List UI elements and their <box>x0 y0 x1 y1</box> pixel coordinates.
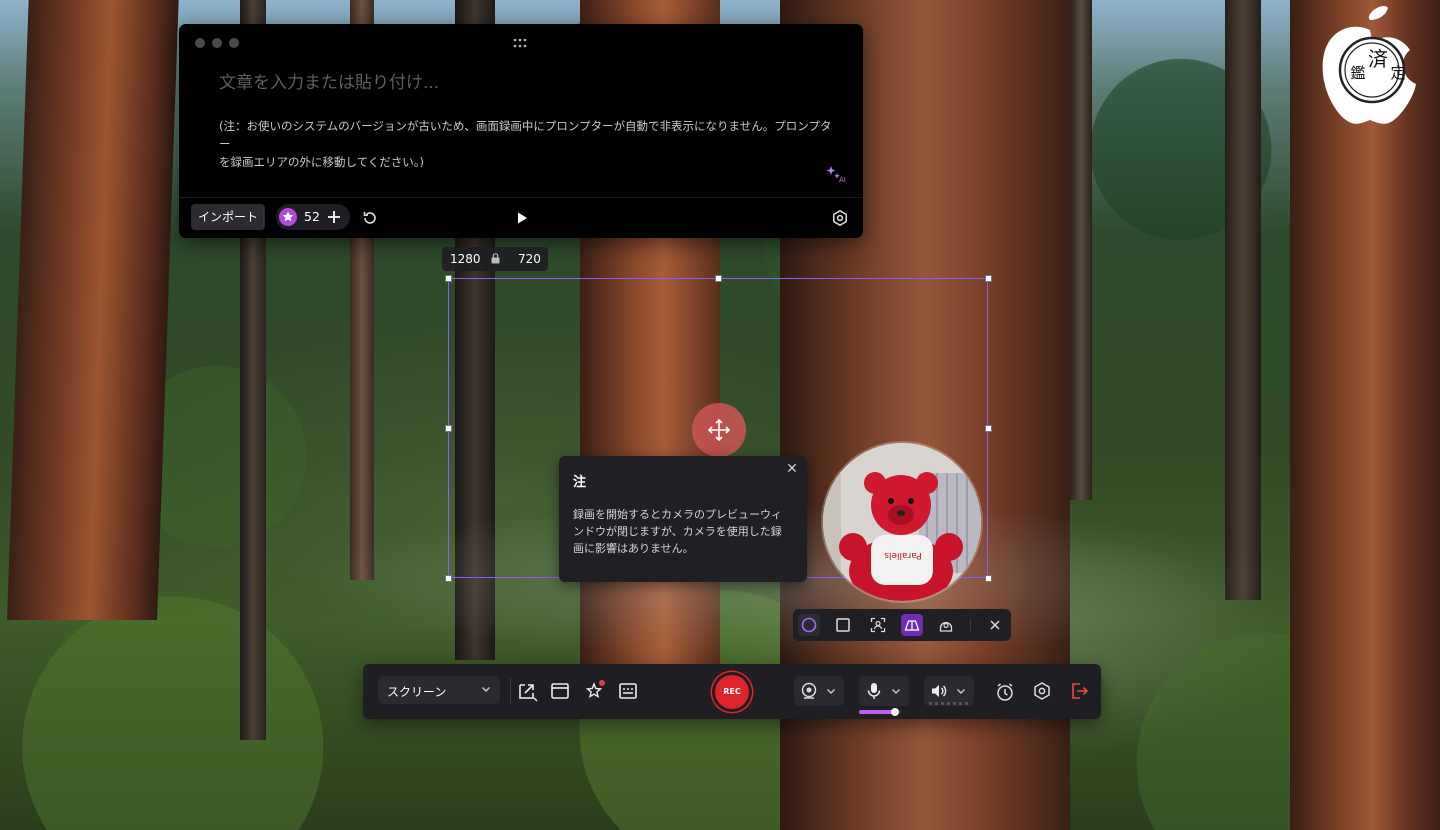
divider <box>263 210 264 226</box>
resize-handle[interactable] <box>445 275 452 282</box>
system-audio-level <box>929 702 971 705</box>
window-controls <box>195 38 239 48</box>
record-button[interactable]: REC <box>715 675 749 709</box>
microphone-icon <box>867 683 881 699</box>
drag-handle-icon[interactable] <box>513 38 527 48</box>
svg-text:Parallels: Parallels <box>884 550 922 560</box>
divider <box>970 618 971 632</box>
svg-text:AI: AI <box>839 176 846 184</box>
microphone-select[interactable] <box>859 676 909 706</box>
resize-handle[interactable] <box>715 275 722 282</box>
virtual-background-button[interactable] <box>935 614 957 636</box>
settings-icon[interactable] <box>1031 680 1053 702</box>
volume-knob[interactable] <box>890 708 899 716</box>
resize-handle[interactable] <box>445 425 452 432</box>
tree-trunk <box>1070 0 1092 500</box>
camera-shape-toolbar <box>793 609 1011 641</box>
recording-size-readout[interactable]: 1280 720 <box>442 247 548 271</box>
notice-line: ンドウが閉じますが、カメラを使用した録 <box>573 525 782 538</box>
notice-line: 録画を開始するとカメラのプレビューウィ <box>573 508 782 521</box>
effects-icon[interactable] <box>583 680 605 702</box>
note-line: を録画エリアの外に移動してください。) <box>219 155 425 169</box>
svg-text:定: 定 <box>1390 64 1405 82</box>
settings-icon[interactable] <box>831 209 849 227</box>
script-input[interactable]: 文章を入力または貼り付け... <box>219 68 439 93</box>
capture-mode-select[interactable]: スクリーン <box>378 676 500 704</box>
webcam-select[interactable] <box>794 676 844 706</box>
volume-level <box>859 710 895 714</box>
capture-mode-value: スクリーン <box>387 685 447 699</box>
scroll-speed-control[interactable]: 52 <box>276 204 350 230</box>
resize-handle[interactable] <box>985 425 992 432</box>
notice-line: 画に影響はありません。 <box>573 542 694 555</box>
exit-icon[interactable] <box>1068 680 1090 702</box>
webcam-preview[interactable]: Parallels <box>823 443 981 601</box>
close-window-button[interactable] <box>195 38 205 48</box>
region-select-icon[interactable] <box>516 680 538 702</box>
svg-text:済: 済 <box>1368 47 1388 71</box>
import-button[interactable]: インポート <box>191 204 266 230</box>
chevron-down-icon <box>482 687 490 692</box>
square-shape-icon <box>836 618 850 632</box>
width-value[interactable]: 1280 <box>450 252 481 266</box>
teleprompter-controls: インポート 52 <box>179 197 863 238</box>
camera-preview-notice: 注 ✕ 録画を開始するとカメラのプレビューウィ ンドウが閉じますが、カメラを使用… <box>559 456 807 582</box>
notice-body: 録画を開始するとカメラのプレビューウィ ンドウが閉じますが、カメラを使用した録 … <box>573 506 795 557</box>
resize-handle[interactable] <box>445 575 452 582</box>
speed-value: 52 <box>304 209 320 224</box>
zoom-window-button[interactable] <box>229 38 239 48</box>
window-icon[interactable] <box>549 680 571 702</box>
timer-icon[interactable] <box>994 681 1016 703</box>
microphone-volume-slider[interactable] <box>859 708 901 716</box>
play-icon[interactable] <box>513 209 531 227</box>
resize-handle[interactable] <box>985 275 992 282</box>
square-shape-button[interactable] <box>832 614 854 636</box>
chevron-down-icon <box>827 689 835 694</box>
speaker-icon <box>932 685 947 697</box>
compatibility-note: (注：お使いのシステムのバージョンが古いため、画面録画中にプロンプターが自動で非… <box>219 117 839 171</box>
recording-toolbar: スクリーン REC <box>363 664 1101 719</box>
chevron-down-icon <box>892 689 900 694</box>
webcam-feed: Parallels <box>823 443 981 601</box>
webcam-icon <box>801 682 817 699</box>
divider <box>510 678 511 704</box>
minimize-window-button[interactable] <box>212 38 222 48</box>
lock-icon[interactable] <box>491 253 500 264</box>
speed-icon <box>279 208 297 226</box>
watermark-badge: 鑑 済 定 <box>1306 4 1434 132</box>
move-icon <box>707 418 731 442</box>
plus-icon[interactable] <box>326 209 342 225</box>
portrait-icon <box>870 617 886 633</box>
circle-shape-icon <box>801 617 817 633</box>
close-camera-toolbar-button[interactable] <box>984 614 1006 636</box>
resize-handle[interactable] <box>985 575 992 582</box>
close-icon[interactable]: ✕ <box>785 462 799 476</box>
circle-shape-button[interactable] <box>798 614 820 636</box>
background-icon <box>939 621 953 632</box>
note-line: (注：お使いのシステムのバージョンが古いため、画面録画中にプロンプターが自動で非… <box>219 119 832 151</box>
ai-sparkle-icon[interactable]: AI <box>825 164 847 184</box>
refresh-icon[interactable] <box>361 209 379 227</box>
notice-title: 注 <box>573 475 587 490</box>
teleprompter-window[interactable]: 文章を入力または貼り付け... (注：お使いのシステムのバージョンが古いため、画… <box>179 24 863 238</box>
svg-text:鑑: 鑑 <box>1350 64 1365 82</box>
chevron-down-icon <box>957 689 965 694</box>
background-blur-icon <box>904 620 920 631</box>
portrait-button[interactable] <box>867 614 889 636</box>
background-blur-button[interactable] <box>901 614 923 636</box>
height-value[interactable]: 720 <box>518 252 541 266</box>
close-icon <box>990 620 1000 630</box>
move-area-button[interactable] <box>692 403 746 457</box>
captions-icon[interactable] <box>617 680 639 702</box>
